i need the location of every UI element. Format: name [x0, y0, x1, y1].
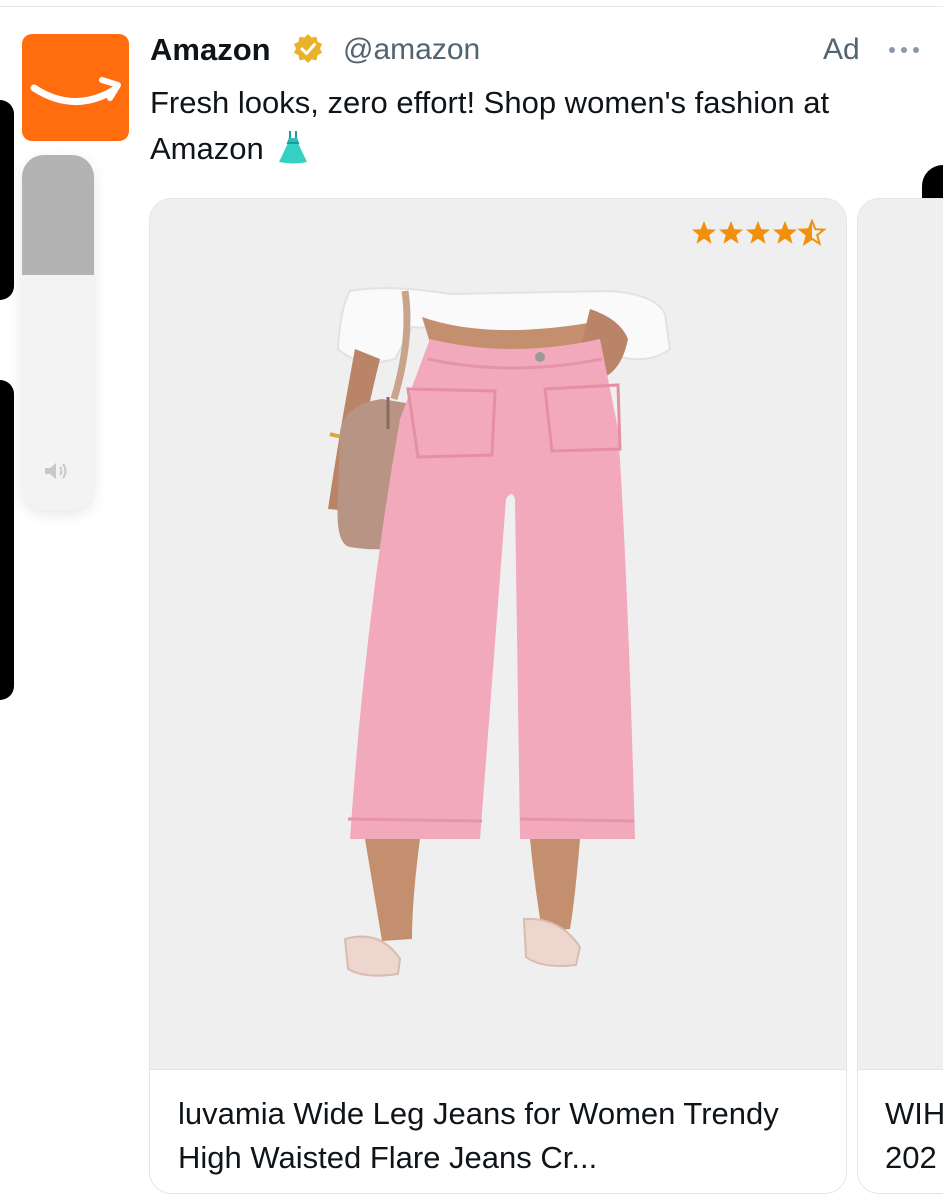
verified-badge-icon — [294, 34, 322, 63]
product-image[interactable] — [150, 199, 846, 1069]
product-title-box[interactable]: luvamia Wide Leg Jeans for Women Trendy … — [150, 1069, 846, 1193]
dress-emoji-icon — [279, 131, 308, 164]
next-product-title[interactable]: WIH 202 — [885, 1092, 943, 1180]
volume-slider[interactable] — [22, 155, 94, 510]
more-dots-icon[interactable] — [886, 38, 922, 62]
amazon-avatar[interactable] — [22, 34, 129, 141]
ad-label: Ad — [823, 33, 860, 66]
product-card[interactable]: luvamia Wide Leg Jeans for Women Trendy … — [149, 198, 847, 1194]
post-text: Fresh looks, zero effort! Shop women's f… — [150, 80, 850, 172]
next-product-title-box[interactable]: WIH 202 — [858, 1069, 943, 1193]
post-text-content: Fresh looks, zero effort! Shop women's f… — [150, 85, 830, 166]
product-photo — [150, 199, 846, 1069]
screen-edge-left-top — [0, 100, 14, 300]
post-header: Amazon @amazon Ad — [150, 28, 930, 74]
product-title[interactable]: luvamia Wide Leg Jeans for Women Trendy … — [178, 1092, 828, 1180]
volume-level-fill — [22, 155, 94, 275]
speaker-icon — [45, 463, 67, 479]
handle[interactable]: @amazon — [343, 33, 480, 67]
amazon-smile-logo-icon — [30, 77, 121, 105]
top-divider — [0, 6, 943, 7]
star-rating-icon — [692, 219, 827, 246]
next-product-card[interactable]: WIH 202 — [857, 198, 943, 1194]
screen-edge-left-bottom — [0, 380, 14, 700]
display-name[interactable]: Amazon — [150, 32, 271, 68]
